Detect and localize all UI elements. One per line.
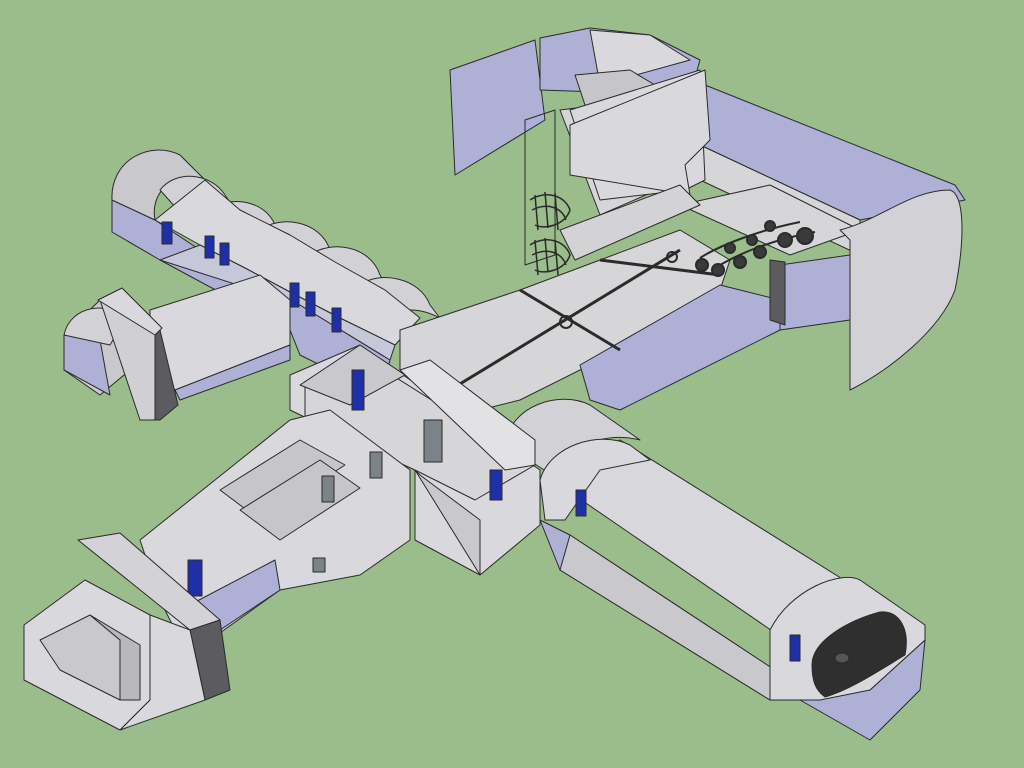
west-entrance-block [63,274,291,421]
bunker-model [23,27,966,741]
southeast-vaulted-corridor [491,398,926,741]
model-viewport[interactable] [0,0,1024,768]
door [204,235,215,259]
